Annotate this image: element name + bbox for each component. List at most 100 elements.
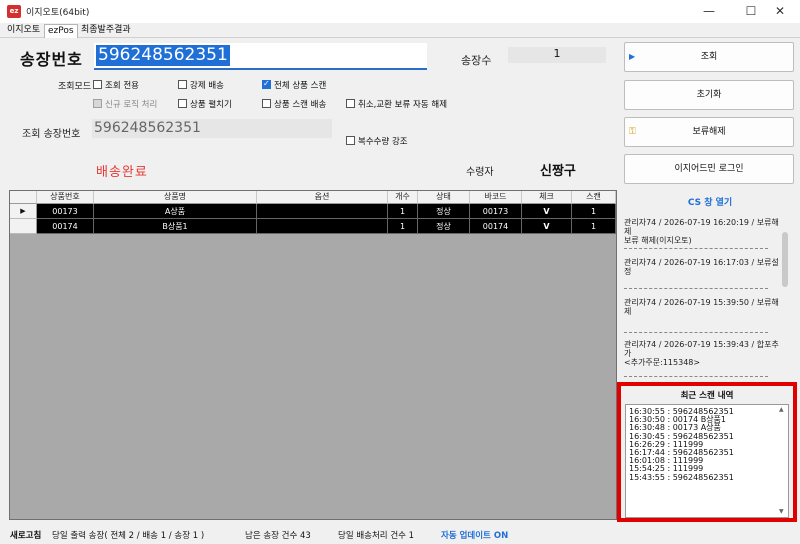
checkbox-label: 강제 배송 <box>190 81 224 91</box>
cs-log-entry: 관리자74 / 2026-07-19 16:17:03 / 보류설정 <box>624 258 779 276</box>
checkbox-box <box>178 80 187 89</box>
lookup-label: 조회 송장번호 <box>22 129 81 140</box>
divider <box>624 332 768 333</box>
table-cell[interactable]: 1 <box>572 219 616 234</box>
app-logo-icon: ez <box>7 5 21 18</box>
divider <box>624 248 768 249</box>
cs-log-entry: 관리자74 / 2026-07-19 16:20:19 / 보류해제 보류 해제… <box>624 218 779 245</box>
checkbox-label: 상품 펼치기 <box>190 100 232 110</box>
checkbox-checked <box>262 79 271 89</box>
mode-label: 조회모드 <box>58 82 92 92</box>
recent-scan-title: 최근 스캔 내역 <box>680 391 734 401</box>
cancel-hold-checkbox[interactable]: 취소,교환 보류 자동 해제 <box>346 98 447 110</box>
today-ship-count: 당일 배송처리 건수 1 <box>338 531 415 541</box>
cs-log-panel[interactable]: 관리자74 / 2026-07-19 16:20:19 / 보류해제 보류 해제… <box>622 210 792 380</box>
column-header[interactable]: 체크 <box>522 191 572 204</box>
checkbox-box <box>346 99 355 108</box>
auto-update-status[interactable]: 자동 업데이트 ON <box>441 529 508 541</box>
release-hold-button-label: 보류해제 <box>692 127 726 137</box>
receiver-name: 신짱구 <box>540 164 576 179</box>
refresh-link[interactable]: 새로고침 <box>10 529 41 541</box>
new-logic-checkbox[interactable]: 신규 로직 처리 <box>93 98 157 110</box>
inquiry-only-checkbox[interactable]: 조회 전용 <box>93 79 139 91</box>
key-icon: ⚿ <box>629 127 636 137</box>
close-button[interactable]: ✕ <box>760 0 800 23</box>
invoice-count-label: 송장수 <box>461 54 492 67</box>
invoice-label: 송장번호 <box>20 50 83 69</box>
reset-button[interactable]: 초기화 <box>624 80 794 110</box>
menu-item-ezpos[interactable]: ezPos <box>44 24 78 38</box>
play-icon: ▶ <box>629 52 636 61</box>
table-cell[interactable]: 정상 <box>418 219 470 234</box>
menu-item-final-order[interactable]: 최종발주결과 <box>78 24 134 38</box>
checkbox-label: 전체 상품 스캔 <box>274 81 327 91</box>
invoice-input-value: 596248562351 <box>96 45 230 66</box>
product-scan-ship-checkbox[interactable]: 상품 스캔 배송 <box>262 98 326 110</box>
cs-log-entry: 관리자74 / 2026-07-19 15:39:50 / 보류해제 <box>624 298 779 316</box>
table-cell[interactable]: B상품1 <box>94 219 257 234</box>
row-header[interactable] <box>10 219 37 234</box>
checkbox-box <box>93 80 102 89</box>
table-cell[interactable] <box>257 204 388 219</box>
checkbox-box <box>262 99 271 108</box>
ezadmin-login-button[interactable]: 이지어드민 로그인 <box>624 154 794 184</box>
column-header[interactable]: 개수 <box>388 191 418 204</box>
column-header[interactable]: 스캔 <box>572 191 616 204</box>
checkbox-disabled <box>93 99 102 108</box>
checkbox-label: 취소,교환 보류 자동 해제 <box>358 100 448 110</box>
title-bar: ez 이지오토(64bit) — ☐ ✕ <box>0 0 800 23</box>
column-header[interactable]: 상품번호 <box>37 191 94 204</box>
list-item: 15:43:55 : 596248562351 <box>629 472 734 482</box>
table-cell[interactable] <box>257 219 388 234</box>
checkbox-label: 신규 로직 처리 <box>105 100 158 110</box>
search-button[interactable]: ▶ 조회 <box>624 42 794 72</box>
column-header[interactable]: 바코드 <box>470 191 522 204</box>
release-hold-button[interactable]: ⚿ 보류해제 <box>624 117 794 147</box>
cs-log-entry: 관리자74 / 2026-07-19 15:39:43 / 합포추가 <추가주문… <box>624 340 779 367</box>
column-header[interactable]: 상품명 <box>94 191 257 204</box>
reset-button-label: 초기화 <box>696 90 722 100</box>
grid-corner <box>10 191 37 204</box>
full-scan-checkbox[interactable]: 전체 상품 스캔 <box>262 79 326 91</box>
table-cell[interactable]: V <box>522 204 572 219</box>
table-cell[interactable]: 00173 <box>37 204 94 219</box>
row-pointer-icon[interactable]: ▶ <box>10 204 37 219</box>
status-bar: 새로고침 당일 출력 송장( 전체 2 / 배송 1 / 송장 1 ) 남은 송… <box>0 522 800 544</box>
table-cell[interactable]: 1 <box>572 204 616 219</box>
search-button-label: 조회 <box>700 52 718 62</box>
table-cell[interactable]: 1 <box>388 204 418 219</box>
menu-item-ezauto[interactable]: 이지오토 <box>4 24 43 38</box>
table-cell[interactable]: 00174 <box>37 219 94 234</box>
divider <box>624 376 768 377</box>
recent-scan-list[interactable]: 16:30:55 : 596248562351 16:30:50 : 00174… <box>625 404 789 518</box>
recent-scan-entries: 16:30:55 : 596248562351 16:30:50 : 00174… <box>629 407 734 482</box>
table-cell[interactable]: 00174 <box>470 219 522 234</box>
scroll-down-icon[interactable]: ▼ <box>779 508 784 515</box>
force-ship-checkbox[interactable]: 강제 배송 <box>178 79 224 91</box>
delivery-status: 배송완료 <box>96 165 148 180</box>
recent-scan-panel: 최근 스캔 내역 16:30:55 : 596248562351 16:30:5… <box>617 382 797 522</box>
invoice-count-value: 1 <box>508 47 606 63</box>
scrollbar-thumb[interactable] <box>782 232 788 287</box>
column-header[interactable]: 옵션 <box>257 191 388 204</box>
ezadmin-login-button-label: 이지어드민 로그인 <box>674 164 744 174</box>
column-header[interactable]: 상태 <box>418 191 470 204</box>
table-cell[interactable]: V <box>522 219 572 234</box>
table-cell[interactable]: 00173 <box>470 204 522 219</box>
checkbox-box <box>178 99 187 108</box>
minimize-button[interactable]: — <box>689 0 729 23</box>
checkbox-label: 조회 전용 <box>105 81 139 91</box>
cs-open-link[interactable]: CS 창 열기 <box>660 195 760 208</box>
product-split-checkbox[interactable]: 상품 펼치기 <box>178 98 232 110</box>
multi-qty-checkbox[interactable]: 복수수량 강조 <box>346 135 408 147</box>
scroll-up-icon[interactable]: ▲ <box>779 406 784 413</box>
table-cell[interactable]: A상품 <box>94 204 257 219</box>
invoice-input[interactable]: 596248562351 <box>94 43 427 70</box>
window-title: 이지오토(64bit) <box>26 8 90 18</box>
receiver-label: 수령자 <box>466 167 494 178</box>
product-grid[interactable]: 상품번호 상품명 옵션 개수 상태 바코드 체크 스캔 ▶ 00173 A상품 … <box>9 190 617 520</box>
table-cell[interactable]: 1 <box>388 219 418 234</box>
lookup-value: 596248562351 <box>92 119 332 138</box>
table-cell[interactable]: 정상 <box>418 204 470 219</box>
checkbox-label: 상품 스캔 배송 <box>274 100 327 110</box>
